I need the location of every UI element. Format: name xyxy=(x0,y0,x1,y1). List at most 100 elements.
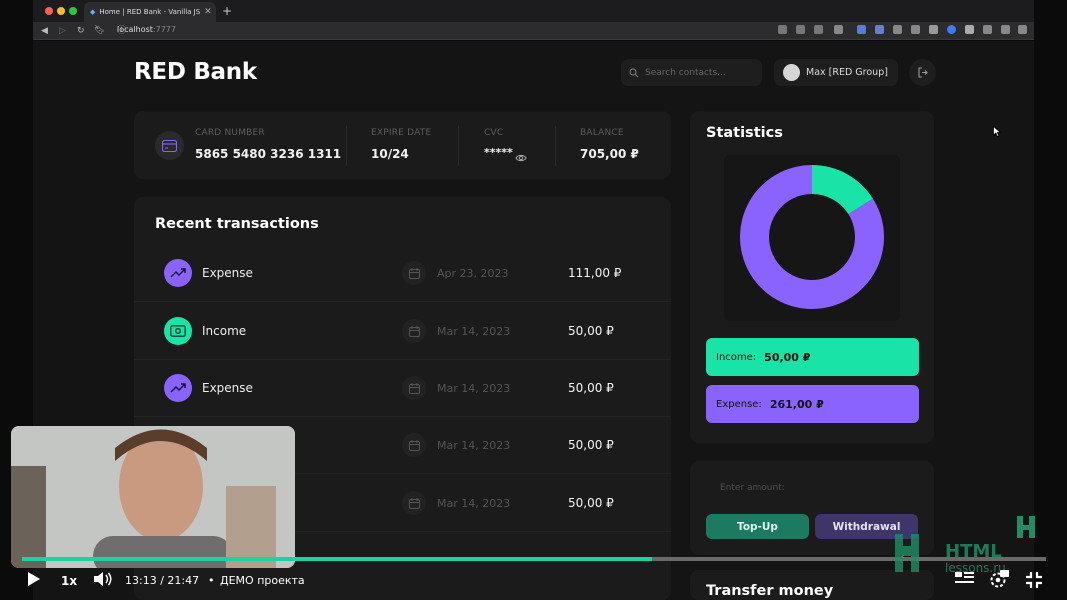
calendar-icon xyxy=(402,261,426,285)
expense-legend: Expense: 261,00 ₽ xyxy=(706,385,919,423)
trend-up-icon xyxy=(164,374,192,402)
donut-chart xyxy=(740,165,884,309)
volume-icon xyxy=(94,572,112,586)
address-bar[interactable]: localhost:7777 xyxy=(117,25,176,34)
maximize-window-button[interactable] xyxy=(69,7,77,15)
amount-placeholder: Enter amount: xyxy=(720,483,785,493)
search-input[interactable]: Search contacts... xyxy=(621,59,762,86)
user-menu-button[interactable]: Max [RED Group] xyxy=(774,59,898,86)
reload-icon[interactable]: ↻ xyxy=(77,25,85,37)
expire-label: EXPIRE DATE xyxy=(371,128,432,138)
transaction-date: Mar 14, 2023 xyxy=(437,382,511,395)
played-bar xyxy=(22,557,652,561)
expense-legend-label: Expense: xyxy=(716,398,762,410)
volume-button[interactable] xyxy=(93,571,113,590)
transaction-amount: 50,00 ₽ xyxy=(568,324,614,338)
transaction-type: Income xyxy=(202,324,247,338)
income-legend-value: 50,00 ₽ xyxy=(764,350,811,364)
chapter-bullet: • xyxy=(208,574,215,587)
transaction-type: Expense xyxy=(202,266,253,280)
video-progress-bar[interactable] xyxy=(22,557,1046,561)
transaction-date: Apr 23, 2023 xyxy=(437,267,509,280)
hd-settings-icon xyxy=(990,570,1009,588)
tab-title: Home | RED Bank - Vanilla JS xyxy=(99,8,201,16)
video-time: 13:13 / 21:47 xyxy=(125,574,200,587)
transaction-row[interactable]: Income Mar 14, 2023 50,00 ₽ xyxy=(134,303,671,360)
bookmark-icon[interactable]: 🔖︎ xyxy=(94,25,105,37)
presenter-image xyxy=(11,426,295,568)
quality-settings-button[interactable] xyxy=(989,570,1009,592)
statistics-title: Statistics xyxy=(706,125,783,141)
eye-icon xyxy=(515,154,527,162)
cvc-value: ***** xyxy=(484,146,513,159)
extension-icon[interactable] xyxy=(947,25,956,34)
transactions-title: Recent transactions xyxy=(155,216,319,232)
screen-icon[interactable] xyxy=(911,25,920,34)
webcam-video xyxy=(11,426,295,568)
cash-icon xyxy=(164,317,192,345)
chart-container xyxy=(724,155,900,321)
transaction-type: Expense xyxy=(202,381,253,395)
tab-close-icon[interactable]: ✕ xyxy=(204,7,212,17)
download-icon[interactable] xyxy=(1001,25,1010,34)
transaction-date: Mar 14, 2023 xyxy=(437,325,511,338)
mouse-cursor-icon xyxy=(993,126,1001,137)
url-host: localhost xyxy=(117,25,153,34)
menu-icon[interactable] xyxy=(1018,25,1027,34)
transfer-title: Transfer money xyxy=(706,583,834,599)
calendar-icon xyxy=(402,319,426,343)
extension-icon[interactable] xyxy=(857,25,866,34)
back-icon[interactable]: ◀ xyxy=(41,25,48,37)
forward-icon[interactable]: ▷ xyxy=(59,25,66,37)
card-number-label: CARD NUMBER xyxy=(195,128,265,138)
minimize-window-button[interactable] xyxy=(57,7,65,15)
browser-tab[interactable]: ◆ Home | RED Bank - Vanilla JS ✕ xyxy=(84,2,216,22)
play-icon xyxy=(28,572,40,586)
user-name: Max [RED Group] xyxy=(806,67,888,78)
expire-value: 10/24 xyxy=(371,147,409,161)
calendar-icon xyxy=(402,491,426,515)
speed-button[interactable]: 1x xyxy=(61,574,77,588)
topup-button[interactable]: Top-Up xyxy=(706,514,809,539)
exit-fullscreen-button[interactable] xyxy=(1025,571,1043,593)
stage: ◆ Home | RED Bank - Vanilla JS ✕ + ◀ ▷ ↻… xyxy=(0,0,1067,600)
divider xyxy=(346,126,347,166)
transaction-row[interactable]: Expense Apr 23, 2023 111,00 ₽ xyxy=(134,245,671,302)
play-button[interactable] xyxy=(27,571,41,590)
show-cvc-button[interactable] xyxy=(515,148,527,167)
cvc-label: CVC xyxy=(484,128,504,138)
card-number-value: 5865 5480 3236 1311 xyxy=(195,147,342,161)
sidebar-icon[interactable] xyxy=(983,25,992,34)
url-port: :7777 xyxy=(152,25,176,34)
favicon-icon: ◆ xyxy=(90,8,96,16)
puzzle-icon[interactable] xyxy=(965,25,974,34)
share-icon[interactable] xyxy=(778,25,787,34)
chapters-icon xyxy=(955,572,974,583)
logout-icon xyxy=(918,67,928,78)
extension-icon[interactable] xyxy=(929,25,938,34)
balance-label: BALANCE xyxy=(580,128,624,138)
upload-icon[interactable] xyxy=(814,25,823,34)
calendar-icon xyxy=(402,376,426,400)
new-tab-button[interactable]: + xyxy=(222,4,232,18)
transaction-date: Mar 14, 2023 xyxy=(437,497,511,510)
transaction-row[interactable]: Expense Mar 14, 2023 50,00 ₽ xyxy=(134,360,671,417)
income-legend: Income: 50,00 ₽ xyxy=(706,338,919,376)
transaction-amount: 50,00 ₽ xyxy=(568,496,614,510)
watermark-line1: HTML xyxy=(945,541,1002,562)
expense-legend-value: 261,00 ₽ xyxy=(769,397,824,411)
avatar xyxy=(783,64,800,81)
app-logo[interactable]: RED Bank xyxy=(134,59,257,85)
transaction-date: Mar 14, 2023 xyxy=(437,439,511,452)
logout-button[interactable] xyxy=(909,59,936,86)
amount-input[interactable]: Enter amount: xyxy=(706,472,918,504)
card-icon-wrap xyxy=(155,131,184,160)
chapters-button[interactable] xyxy=(955,571,974,590)
balance-value: 705,00 ₽ xyxy=(580,147,639,161)
camera-icon[interactable] xyxy=(893,25,902,34)
brave-shield-icon[interactable] xyxy=(834,25,843,34)
zoom-icon[interactable] xyxy=(796,25,805,34)
exit-fullscreen-icon xyxy=(1026,572,1042,588)
close-window-button[interactable] xyxy=(45,7,53,15)
extension-icon[interactable] xyxy=(875,25,884,34)
